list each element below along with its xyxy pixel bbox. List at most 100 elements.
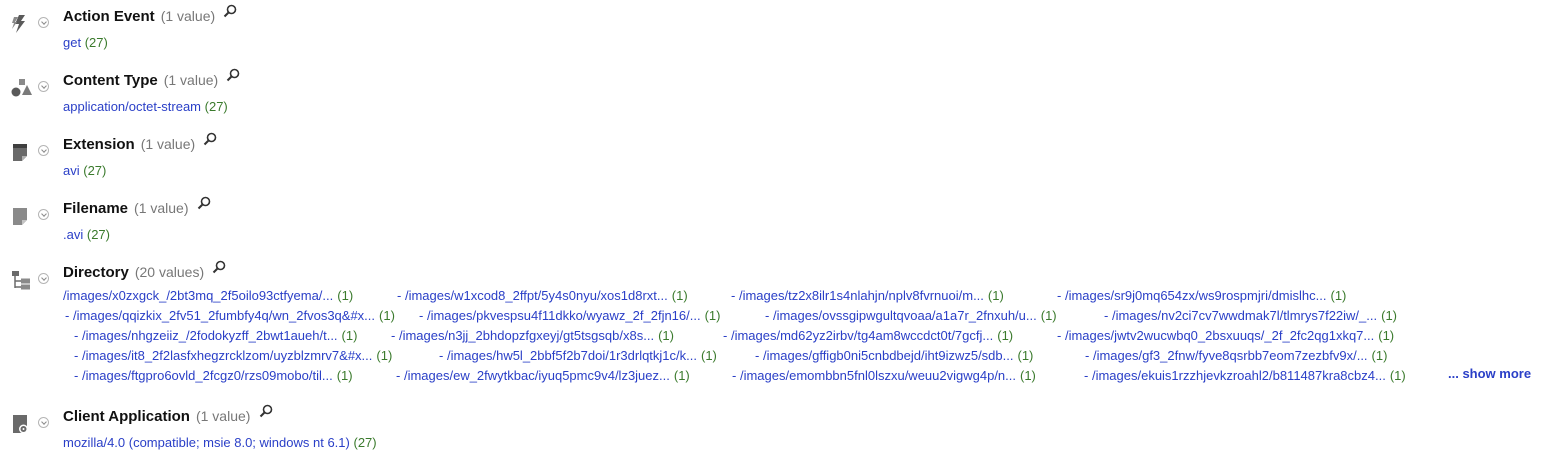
value-separator: - — [391, 328, 399, 343]
directory-value: - /images/tz2x8ilr1s4nlahjn/nplv8fvrnuoi… — [731, 286, 1004, 306]
value-count-badge: (1) — [997, 328, 1014, 343]
value-link[interactable]: /images/nv2ci7cv7wwdmak7l/tlmrys7f22iw/_… — [1112, 308, 1377, 323]
directory-value: - /images/emombbn5fnl0lszxu/weuu2vigwg4p… — [732, 366, 1036, 386]
expand-chevron-icon[interactable] — [38, 17, 49, 28]
value-separator: - — [731, 288, 739, 303]
value-link[interactable]: get — [63, 35, 81, 50]
field-name: Extension — [63, 136, 135, 153]
value-count-badge: (1) — [1040, 308, 1057, 323]
search-icon[interactable] — [212, 260, 226, 274]
directory-value: - /images/w1xcod8_2ffpt/5y4s0nyu/xos1d8r… — [397, 286, 688, 306]
directory-value: - /images/pkvespsu4f11dkko/wyawz_2f_2fjn… — [419, 306, 720, 326]
value-count-badge: (1) — [1389, 368, 1406, 383]
value-count-badge: (1) — [673, 368, 690, 383]
value-count-badge: (1) — [376, 348, 393, 363]
lightning-icon — [12, 15, 25, 33]
field-action-event: Action Event (1 value) get (27) — [0, 4, 1561, 54]
value-count-badge: (27) — [204, 99, 228, 114]
value-link[interactable]: /images/nhgzeiiz_/2fodokyzff_2bwt1aueh/t… — [82, 328, 338, 343]
value-count-badge: (1) — [379, 308, 395, 323]
value-link[interactable]: /images/pkvespsu4f11dkko/wyawz_2f_2fjn16… — [427, 308, 701, 323]
value-count: (1 value) — [140, 136, 196, 152]
value-link[interactable]: application/octet-stream — [63, 99, 201, 114]
value-count-badge: (1) — [658, 328, 674, 343]
value-link[interactable]: /images/it8_2f2lasfxhegzrcklzom/uyzblzmr… — [82, 348, 372, 363]
value-link[interactable]: avi — [63, 163, 80, 178]
value-link[interactable]: /images/ftgpro6ovld_2fcgz0/rzs09mobo/til… — [82, 368, 333, 383]
field-directory: Directory (20 values) /images/x0zxgck_/2b… — [0, 260, 1561, 390]
search-icon[interactable] — [259, 404, 273, 418]
field-content-type: Content Type (1 value) application/octet-… — [0, 68, 1561, 118]
value-link[interactable]: /images/qqizkix_2fv51_2fumbfy4q/wn_2fvos… — [73, 308, 375, 323]
value-link[interactable]: /images/gf3_2fnw/fyve8qsrbb7eom7zezbfv9x… — [1093, 348, 1368, 363]
value-link[interactable]: /images/hw5l_2bbf5f2b7doi/1r3drlqtkj1c/k… — [447, 348, 697, 363]
expand-chevron-icon[interactable] — [38, 209, 49, 220]
value-separator: - — [765, 308, 773, 323]
value-link[interactable]: /images/ew_2fwytkbac/iyuq5pmc9v4/lz3juez… — [404, 368, 670, 383]
directory-value: - /images/nhgzeiiz_/2fodokyzff_2bwt1aueh… — [74, 326, 357, 346]
value-link[interactable]: /images/gffigb0ni5cnbdbejd/iht9izwz5/sdb… — [763, 348, 1014, 363]
file-icon — [13, 208, 27, 225]
search-icon[interactable] — [197, 196, 211, 210]
value-count-badge: (27) — [353, 435, 377, 450]
value-separator: - — [755, 348, 763, 363]
field-extension: Extension (1 value) avi (27) — [0, 132, 1561, 182]
expand-chevron-icon[interactable] — [38, 273, 49, 284]
value-count-badge: (1) — [1371, 348, 1388, 363]
value-link[interactable]: /images/sr9j0mq654zx/ws9rospmjri/dmislhc… — [1065, 288, 1327, 303]
value-count-badge: (1) — [1017, 348, 1034, 363]
shapes-icon — [11, 79, 32, 97]
value-count: (1 value) — [195, 408, 251, 424]
value-list: .avi (27) — [63, 225, 110, 245]
expand-chevron-icon[interactable] — [38, 417, 49, 428]
directory-value: - /images/n3jj_2bhdopzfgxeyj/gt5tsgsqb/x… — [391, 326, 674, 346]
value-link[interactable]: .avi — [63, 227, 83, 242]
value-link[interactable]: /images/jwtv2wucwbq0_2bsxuuqs/_2f_2fc2qg… — [1065, 328, 1374, 343]
value-count-badge: (1) — [1381, 308, 1397, 323]
document-icon — [13, 144, 27, 161]
field-name: Content Type — [63, 72, 158, 89]
value-count-badge: (1) — [1378, 328, 1395, 343]
field-title: Filename (1 value) — [63, 196, 211, 217]
value-separator: - — [723, 328, 731, 343]
value-link[interactable]: /images/w1xcod8_2ffpt/5y4s0nyu/xos1d8rxt… — [405, 288, 668, 303]
directory-value: - /images/hw5l_2bbf5f2b7doi/1r3drlqtkj1c… — [439, 346, 717, 366]
value-link[interactable]: mozilla/4.0 (compatible; msie 8.0; windo… — [63, 435, 350, 450]
value-link[interactable]: /images/ekuis1rzzhjevkzroahl2/b811487kra… — [1092, 368, 1386, 383]
search-icon[interactable] — [203, 132, 217, 146]
value-link[interactable]: /images/md62yz2irbv/tg4am8wccdct0t/7gcfj… — [731, 328, 993, 343]
value-separator: - — [732, 368, 740, 383]
field-client-application: Client Application (1 value) mozilla/4.0 … — [0, 404, 1561, 454]
directory-value: - /images/ftgpro6ovld_2fcgz0/rzs09mobo/t… — [74, 366, 353, 386]
value-count-badge: (27) — [86, 227, 110, 242]
tree-icon — [12, 271, 30, 290]
value-link[interactable]: /images/emombbn5fnl0lszxu/weuu2vigwg4p/n… — [740, 368, 1016, 383]
directory-value: - /images/sr9j0mq654zx/ws9rospmjri/dmisl… — [1057, 286, 1346, 306]
directory-value: - /images/ovssgipwgultqvoaa/a1a7r_2fnxuh… — [765, 306, 1057, 326]
search-icon[interactable] — [223, 4, 237, 18]
value-link[interactable]: /images/tz2x8ilr1s4nlahjn/nplv8fvrnuoi/m… — [739, 288, 984, 303]
field-title: Action Event (1 value) — [63, 4, 237, 25]
expand-chevron-icon[interactable] — [38, 81, 49, 92]
value-link[interactable]: /images/x0zxgck_/2bt3mq_2f5oilo93ctfyema… — [63, 288, 333, 303]
value-separator: - — [396, 368, 404, 383]
value-link[interactable]: /images/ovssgipwgultqvoaa/a1a7r_2fnxuh/u… — [773, 308, 1037, 323]
directory-value: - /images/it8_2f2lasfxhegzrcklzom/uyzblz… — [74, 346, 392, 366]
value-count-badge: (1) — [1020, 368, 1036, 383]
value-count-badge: (1) — [336, 368, 353, 383]
field-filename: Filename (1 value) .avi (27) — [0, 196, 1561, 246]
field-title: Content Type (1 value) — [63, 68, 240, 89]
directory-value: /images/x0zxgck_/2bt3mq_2f5oilo93ctfyema… — [63, 286, 353, 306]
value-separator: - — [74, 328, 82, 343]
directory-value: - /images/ekuis1rzzhjevkzroahl2/b811487k… — [1084, 366, 1406, 386]
value-count: (1 value) — [134, 200, 189, 216]
search-icon[interactable] — [226, 68, 240, 82]
show-more-link[interactable]: ... show more — [1448, 366, 1531, 381]
value-count-badge: (1) — [987, 288, 1004, 303]
expand-chevron-icon[interactable] — [38, 145, 49, 156]
value-count-badge: (1) — [1330, 288, 1347, 303]
field-title: Extension (1 value) — [63, 132, 217, 153]
value-link[interactable]: /images/n3jj_2bhdopzfgxeyj/gt5tsgsqb/x8s… — [399, 328, 654, 343]
value-separator: - — [74, 368, 82, 383]
field-name: Action Event — [63, 8, 155, 25]
